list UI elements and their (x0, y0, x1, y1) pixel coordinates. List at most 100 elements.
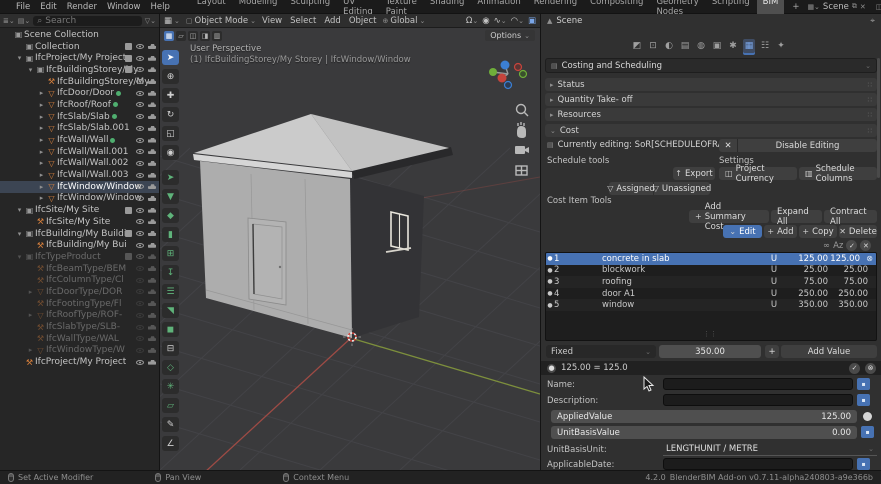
outliner-item[interactable]: ▸▽IfcRoof/Roof (0, 99, 159, 111)
export-button[interactable]: ↑Export (673, 167, 715, 180)
window-tool[interactable]: ⊞ (162, 246, 179, 261)
eye-icon[interactable] (136, 79, 144, 84)
camera-icon[interactable] (148, 91, 156, 96)
applicable-date-toggle[interactable]: ▪ (857, 458, 870, 470)
expand-icon[interactable]: ▾ (15, 54, 24, 62)
checkbox-icon[interactable] (125, 43, 132, 50)
expand-all-button[interactable]: Expand All (771, 210, 822, 223)
eye-icon[interactable] (136, 126, 144, 131)
transform-tool[interactable]: ◉ (162, 145, 179, 160)
link-icon[interactable]: ∞ (823, 241, 830, 251)
house-model[interactable] (193, 114, 453, 338)
outliner-item[interactable]: ▸▽IfcSlab/Slab (0, 111, 159, 123)
outliner-item[interactable]: ▾▣IfcBuildingStorey/My Storey (0, 64, 159, 76)
viewport-menu-object[interactable]: Object (349, 16, 377, 26)
outliner-item[interactable]: ▣Scene Collection (0, 29, 159, 41)
outliner-item[interactable]: ▸▽IfcWindow/Window (0, 193, 159, 205)
properties-tab-scene[interactable]: ▤ (679, 39, 691, 53)
camera-icon[interactable] (148, 102, 156, 107)
unit-basis-unit-dropdown[interactable]: LENGTHUNIT / METRE⌄ (663, 443, 877, 456)
camera-icon[interactable] (148, 208, 156, 213)
eye-icon[interactable] (136, 138, 144, 143)
cursor-tool[interactable]: ⊕ (162, 69, 179, 84)
cost-item-row[interactable]: ●3roofingU75.0075.00 (546, 276, 876, 288)
outliner-item[interactable]: ▸▽IfcDoor/Door (0, 87, 159, 99)
camera-icon[interactable] (148, 301, 156, 306)
camera-icon[interactable] (148, 278, 156, 283)
expand-icon[interactable]: ▸ (37, 136, 46, 144)
camera-icon[interactable] (148, 173, 156, 178)
editor-type-icon[interactable]: ≣⌄ (3, 17, 15, 25)
outliner-item[interactable]: ▸▽IfcDoorType/DOR (0, 286, 159, 298)
applicable-date-input[interactable] (663, 458, 853, 470)
ortho-grid-icon[interactable] (516, 166, 527, 175)
wall-tool[interactable]: ▼ (162, 189, 179, 204)
viewport-menu-view[interactable]: View (262, 16, 282, 26)
camera-icon[interactable] (148, 184, 156, 189)
menu-help[interactable]: Help (145, 2, 174, 12)
camera-icon[interactable] (148, 336, 156, 341)
disable-editing-button[interactable]: Disable Editing (737, 139, 877, 152)
unit-basis-value-toggle[interactable]: ▪ (861, 426, 874, 438)
applied-value-field[interactable]: AppliedValue 125.00 (551, 410, 857, 423)
cost-item-row[interactable]: ●2blockworkU25.0025.00 (546, 265, 876, 277)
properties-tab-modifier[interactable]: ✱ (727, 39, 739, 53)
orientation-dropdown[interactable]: ⊕Global⌄ (383, 16, 426, 26)
expand-icon[interactable]: ▾ (26, 66, 35, 74)
expand-icon[interactable]: ▸ (37, 101, 46, 109)
sort-az-icon[interactable]: Az (833, 241, 843, 251)
gizmo-x-axis[interactable] (498, 74, 507, 83)
eye-icon[interactable] (136, 219, 144, 224)
add-value-button[interactable]: Add Value (781, 345, 877, 358)
assigned-filter-button[interactable]: ▽Assigned (609, 182, 653, 195)
menu-file[interactable]: File (11, 2, 35, 12)
camera-icon[interactable] (148, 56, 156, 61)
eye-icon[interactable] (136, 360, 144, 365)
camera-icon[interactable] (148, 67, 156, 72)
schedule-columns-button[interactable]: ▥Schedule Columns (799, 167, 877, 180)
camera-view-icon[interactable] (515, 146, 529, 154)
panel-header-cost[interactable]: ⌄ Cost ∷ (545, 124, 877, 137)
camera-icon[interactable] (148, 243, 156, 248)
camera-icon[interactable] (148, 196, 156, 201)
expand-icon[interactable]: ▸ (37, 113, 46, 121)
stair-tool[interactable]: ◥ (162, 303, 179, 318)
expand-icon[interactable]: ▸ (37, 194, 46, 202)
camera-icon[interactable] (148, 348, 156, 353)
mode-icon-4[interactable]: ◨ (200, 31, 210, 41)
filter-icon[interactable]: ▽⌄ (145, 17, 156, 25)
expand-icon[interactable]: ▾ (15, 206, 24, 214)
outliner-item[interactable]: ⚒IfcFootingType/Fl (0, 298, 159, 310)
outliner-item[interactable]: ▾▣IfcProject/My Project (0, 52, 159, 64)
mode-icon-5[interactable]: ▥ (212, 31, 222, 41)
outliner-item[interactable]: ⚒IfcSite/My Site (0, 216, 159, 228)
scene-selector[interactable]: ▦⌄ Scene ⧉ ✕ (807, 2, 865, 12)
outliner-item[interactable]: ⚒IfcWallType/WAL (0, 333, 159, 345)
sheet-tool[interactable]: ▱ (162, 398, 179, 413)
eye-icon[interactable] (136, 231, 144, 236)
eye-icon[interactable] (136, 289, 144, 294)
eye-icon[interactable] (136, 208, 144, 213)
contract-all-button[interactable]: Contract All (824, 210, 877, 223)
column-tool[interactable]: ↧ (162, 265, 179, 280)
annotate-tool[interactable]: ✎ (162, 417, 179, 432)
outliner-item[interactable]: ▾▣IfcTypeProduct (0, 251, 159, 263)
navigation-gizmo[interactable] (480, 44, 536, 94)
description-input[interactable] (663, 394, 853, 406)
camera-icon[interactable] (148, 360, 156, 365)
eye-icon[interactable] (136, 348, 144, 353)
scale-tool[interactable]: ◱ (162, 126, 179, 141)
panel-header-resources[interactable]: ▸Resources∷ (545, 108, 877, 121)
checkbox-icon[interactable] (125, 66, 132, 73)
scene-close-icon[interactable]: ✕ (860, 3, 866, 11)
gizmo-x-neg[interactable] (515, 64, 522, 71)
expand-icon[interactable]: ▸ (37, 89, 46, 97)
camera-icon[interactable] (148, 313, 156, 318)
outliner-item[interactable]: ▸▽IfcWall/Wall (0, 134, 159, 146)
menu-edit[interactable]: Edit (35, 2, 61, 12)
formula-cancel-icon[interactable]: ⊗ (865, 363, 876, 374)
roof-tool[interactable]: ◼ (162, 322, 179, 337)
search-input[interactable]: ⌕ Search (33, 16, 142, 26)
expand-icon[interactable]: ▸ (26, 311, 35, 319)
camera-icon[interactable] (148, 161, 156, 166)
